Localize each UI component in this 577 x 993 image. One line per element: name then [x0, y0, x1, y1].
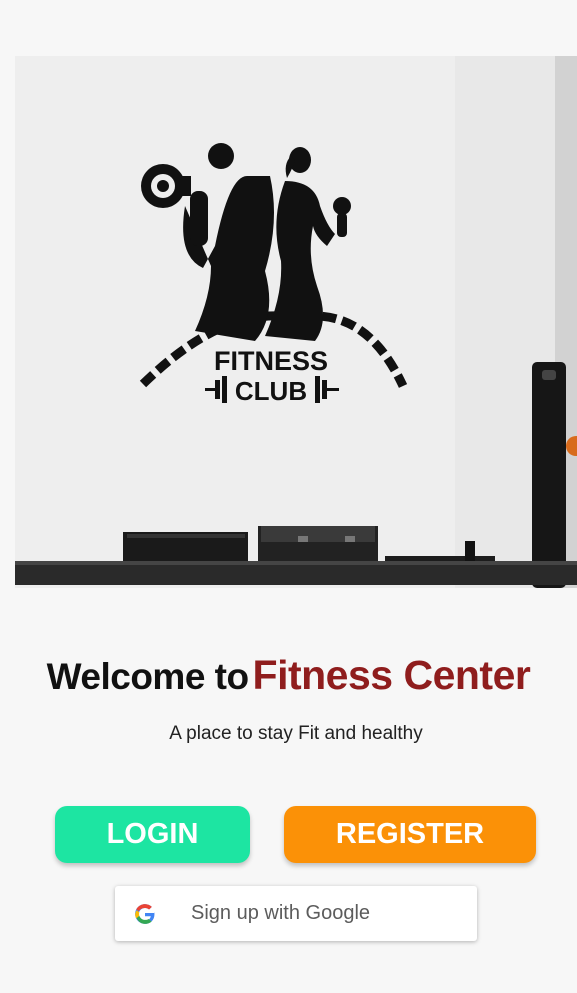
welcome-heading: Welcome to Fitness Center	[0, 652, 577, 699]
login-button[interactable]: LOGIN	[55, 806, 250, 863]
tagline: A place to stay Fit and healthy	[169, 723, 423, 744]
logo-text-club: CLUB	[235, 376, 307, 406]
google-signup-button[interactable]: Sign up with Google	[115, 886, 477, 941]
google-signup-label: Sign up with Google	[191, 902, 371, 924]
google-g-icon	[132, 901, 158, 927]
logo-text-fitness: FITNESS	[214, 346, 328, 376]
hero-illustration: FITNESS CLUB	[15, 56, 577, 588]
welcome-highlight: Fitness Center	[252, 652, 531, 698]
hero-image: FITNESS CLUB	[15, 56, 577, 588]
register-button[interactable]: REGISTER	[284, 806, 536, 863]
welcome-prefix: Welcome to	[46, 656, 249, 697]
